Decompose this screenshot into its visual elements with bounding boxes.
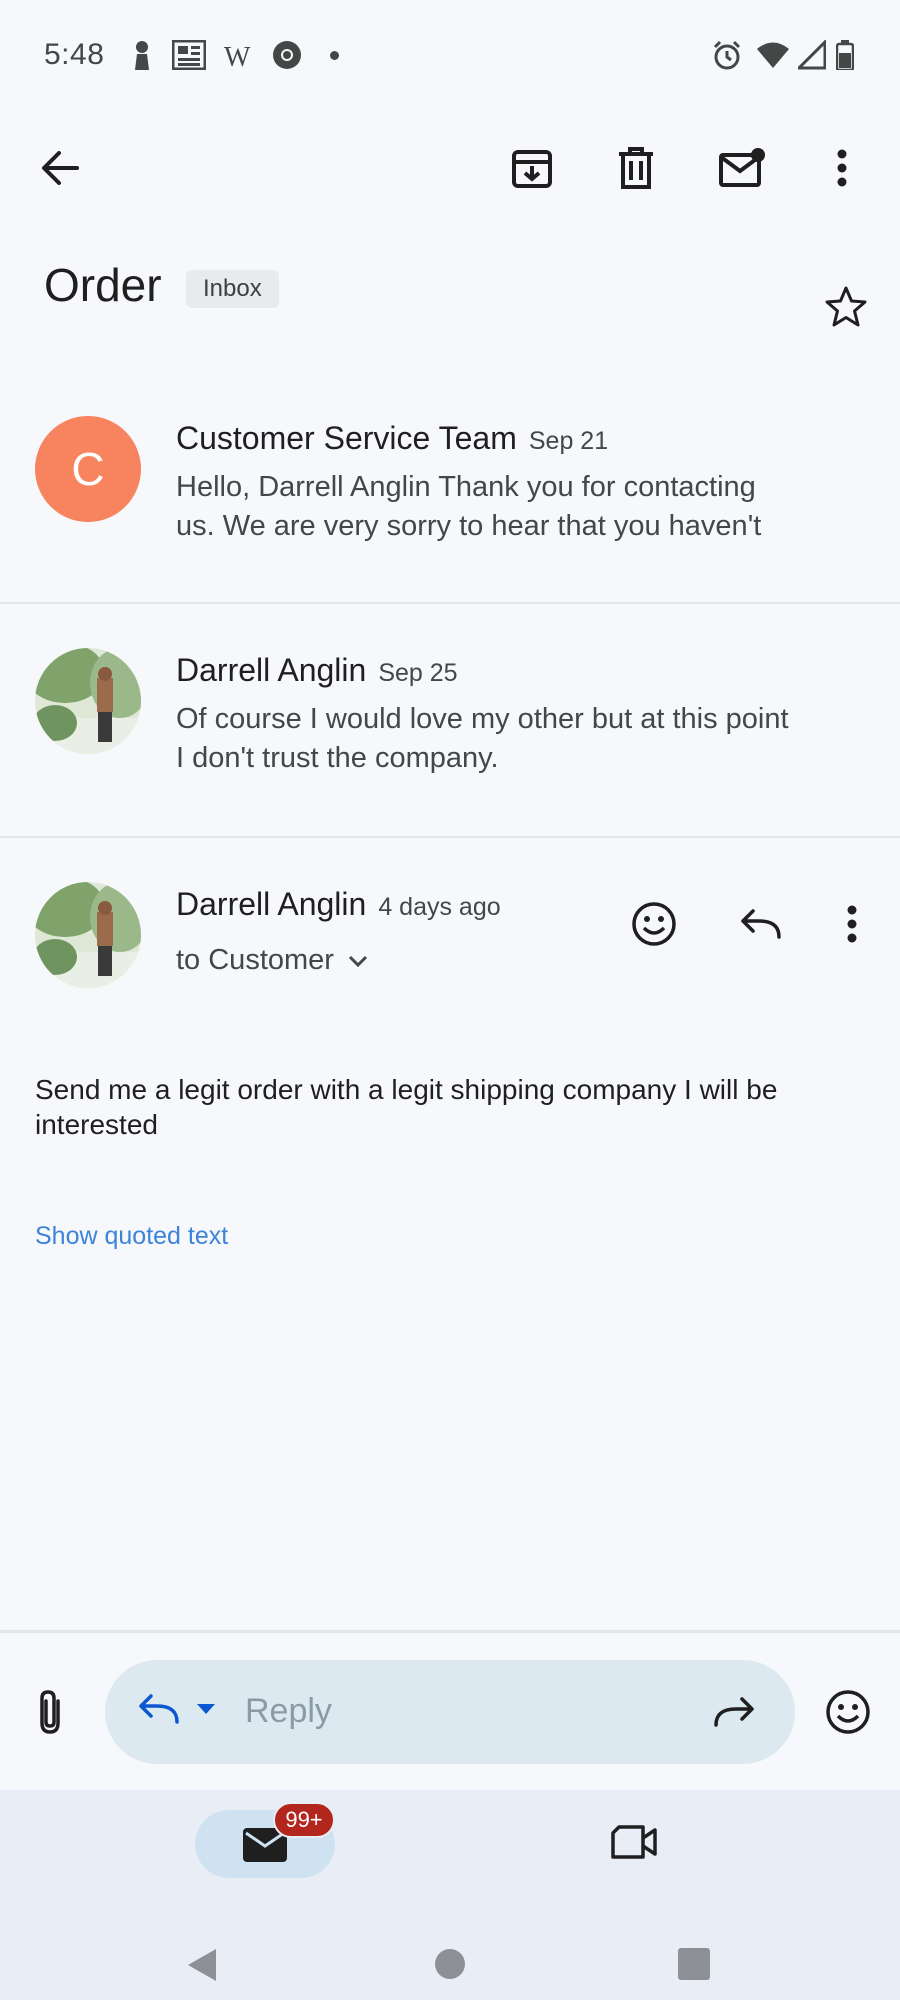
- message-date: Sep 25: [378, 659, 458, 687]
- message-expanded: Darrell Anglin 4 days ago to Customer: [0, 838, 900, 1258]
- message-snippet: Hello, Darrell Anglin Thank you for cont…: [176, 471, 762, 542]
- nav-meet-tab[interactable]: [602, 1810, 666, 1874]
- reply-icon: [741, 909, 781, 939]
- more-vert-icon: [837, 149, 847, 187]
- recipient-details-toggle[interactable]: to Customer: [176, 944, 368, 977]
- sender-name: Darrell Anglin: [176, 886, 367, 922]
- meet-video-icon: [611, 1825, 657, 1859]
- system-home-button[interactable]: [434, 1948, 466, 1980]
- show-quoted-text-link[interactable]: Show quoted text: [35, 1222, 228, 1251]
- sender-name: Customer Service Team: [176, 420, 517, 456]
- emoji-icon: [826, 1690, 870, 1734]
- wikipedia-icon: W: [224, 42, 251, 73]
- unread-count-badge: 99+: [273, 1802, 335, 1838]
- message-date: 4 days ago: [378, 893, 501, 921]
- archive-icon: [512, 150, 552, 188]
- mark-unread-button[interactable]: [710, 136, 774, 200]
- newspaper-icon: [172, 40, 206, 70]
- system-back-button[interactable]: [186, 1948, 218, 1982]
- delete-button[interactable]: [604, 136, 668, 200]
- reply-input[interactable]: Reply: [245, 1692, 332, 1731]
- message-row-1[interactable]: C Customer Service Team Sep 21 Hello, Da…: [0, 384, 900, 602]
- dot-icon: [330, 51, 339, 60]
- delete-icon: [619, 147, 653, 189]
- caret-down-icon: [197, 1704, 215, 1714]
- message-more-button[interactable]: [820, 892, 884, 956]
- reply-mode-dropdown[interactable]: [137, 1694, 215, 1724]
- back-arrow-icon: [42, 151, 79, 185]
- forward-icon: [714, 1697, 754, 1727]
- message-row-2[interactable]: Darrell Anglin Sep 25 Of course I would …: [0, 604, 900, 836]
- divider: [0, 1630, 900, 1633]
- status-bar: 5:48 W: [0, 0, 900, 116]
- alarm-icon: [712, 40, 742, 70]
- avatar: C: [35, 416, 141, 522]
- more-options-button[interactable]: [810, 136, 874, 200]
- emoji-icon: [632, 902, 676, 946]
- recipient-text: to Customer: [176, 944, 334, 976]
- avatar: [35, 648, 141, 754]
- signal-icon: [798, 40, 826, 70]
- reply-icon: [139, 1694, 179, 1724]
- chrome-icon: [272, 40, 302, 70]
- triangle-back-icon: [188, 1949, 216, 1981]
- reply-emoji-button[interactable]: [816, 1680, 880, 1744]
- message-snippet: Of course I would love my other but at t…: [176, 703, 789, 774]
- square-recents-icon: [678, 1948, 710, 1980]
- person-icon: [132, 40, 152, 70]
- star-button[interactable]: [814, 274, 878, 338]
- bottom-navigation: 99+: [0, 1790, 900, 2000]
- forward-button[interactable]: [703, 1680, 767, 1744]
- add-reaction-button[interactable]: [622, 892, 686, 956]
- battery-icon: [836, 40, 854, 70]
- mark-unread-icon: [719, 148, 765, 187]
- more-vert-icon: [847, 905, 857, 943]
- avatar: [35, 882, 141, 988]
- attachment-icon: [40, 1690, 60, 1734]
- thread-subject: Order: [44, 259, 162, 311]
- chevron-down-icon: [348, 955, 368, 967]
- back-button[interactable]: [28, 136, 92, 200]
- inbox-label-chip[interactable]: Inbox: [186, 270, 279, 308]
- star-icon: [825, 286, 867, 327]
- circle-home-icon: [435, 1949, 465, 1979]
- attach-button[interactable]: [18, 1680, 82, 1744]
- system-recents-button[interactable]: [678, 1948, 710, 1980]
- message-body: Send me a legit order with a legit shipp…: [35, 1074, 778, 1140]
- archive-button[interactable]: [500, 136, 564, 200]
- reply-button[interactable]: [728, 892, 792, 956]
- message-date: Sep 21: [528, 427, 609, 455]
- status-time: 5:48: [44, 38, 105, 71]
- wifi-icon: [756, 40, 790, 70]
- sender-name: Darrell Anglin: [176, 652, 367, 688]
- reply-compose-bar[interactable]: Reply: [105, 1660, 795, 1764]
